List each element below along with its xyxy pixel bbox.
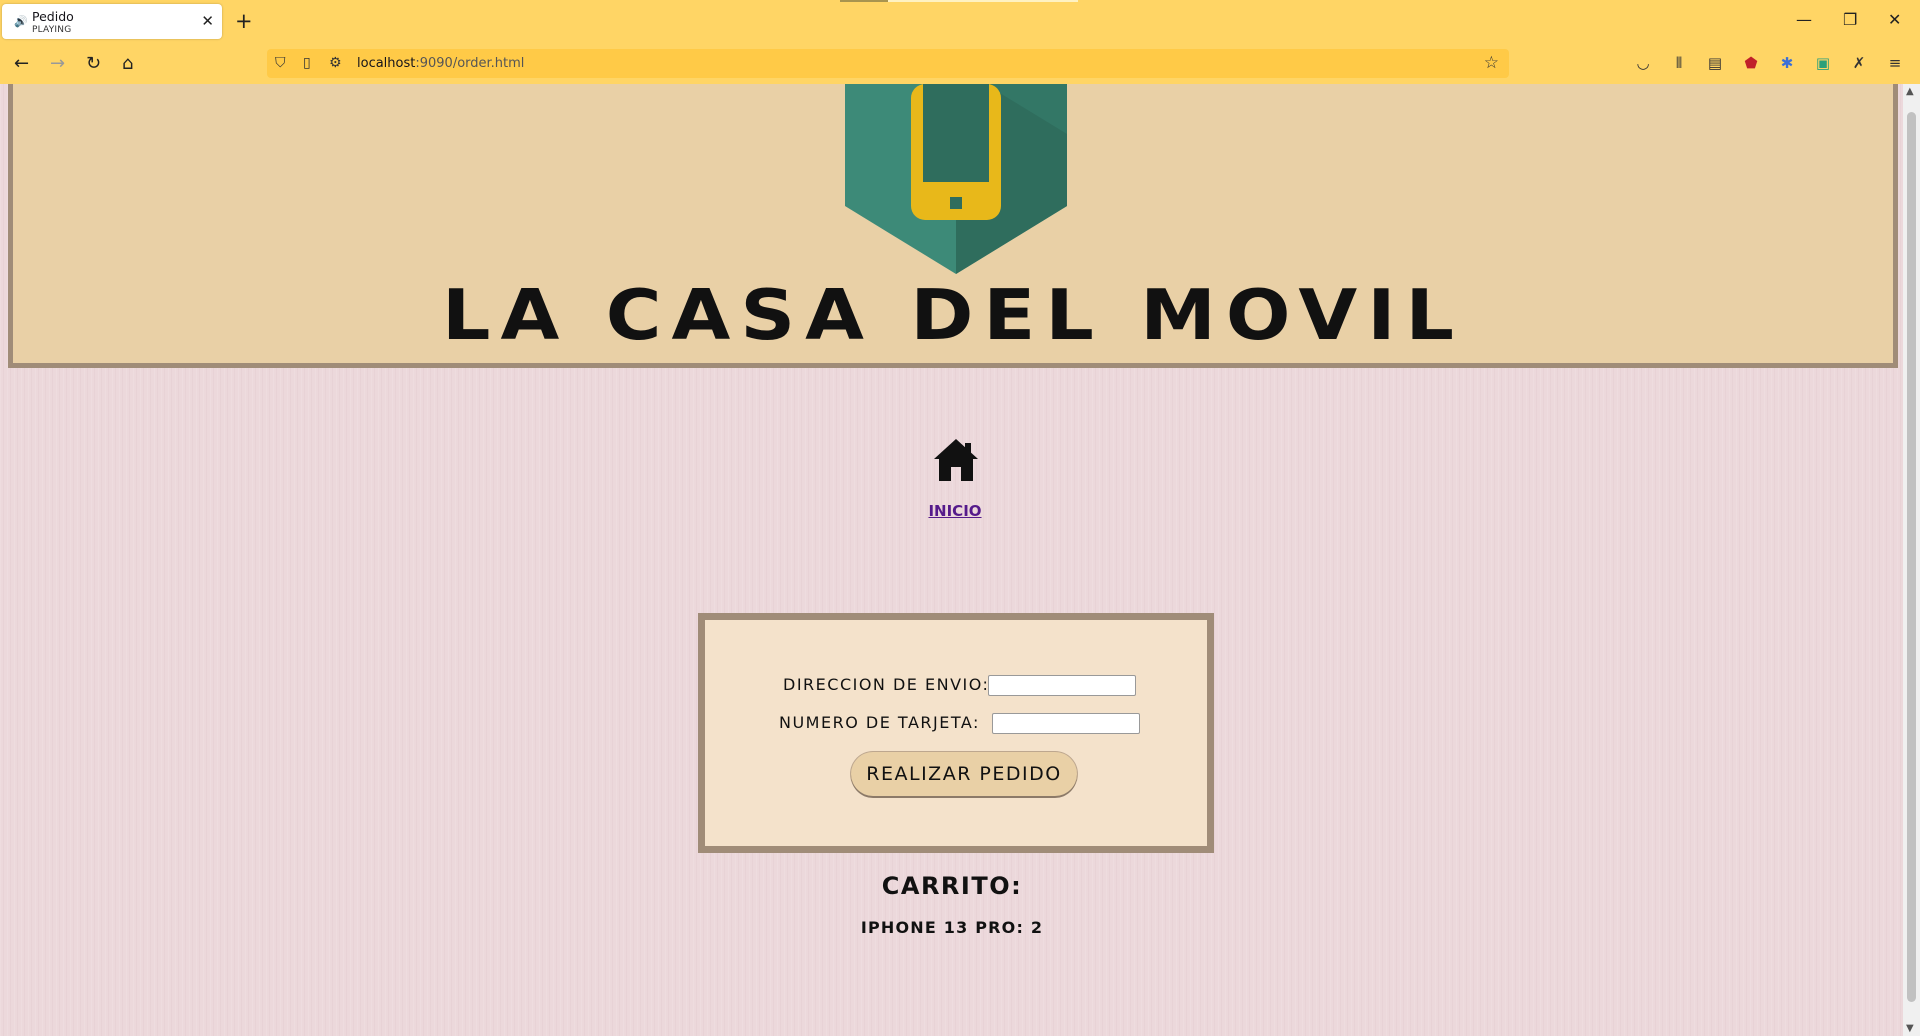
back-arrow-icon[interactable]: ← <box>14 53 29 74</box>
brand-title: LA CASA DEL MOVIL <box>442 273 1464 356</box>
page-content: LA CASA DEL MOVIL INICIO DIRECCION DE EN… <box>0 84 1903 1036</box>
card-number-field[interactable] <box>992 713 1140 734</box>
new-tab-icon[interactable]: + <box>235 9 253 33</box>
home-button-icon[interactable]: ⌂ <box>122 53 133 74</box>
tab-strip-indicator <box>840 0 1078 2</box>
cart-title: CARRITO: <box>881 872 1023 900</box>
scrollbar-thumb[interactable] <box>1907 112 1916 1002</box>
tab-playing-status: PLAYING <box>32 25 72 35</box>
menu-icon[interactable]: ≡ <box>1886 54 1904 72</box>
extension-square-icon[interactable]: ▣ <box>1814 54 1832 72</box>
address-label: DIRECCION DE ENVIO: <box>783 675 990 694</box>
window-close-icon[interactable]: ✕ <box>1888 10 1901 29</box>
browser-tab-pedido[interactable]: 🔊 Pedido PLAYING ✕ <box>2 4 222 39</box>
extension-icon[interactable]: ✱ <box>1778 54 1796 72</box>
minimize-icon[interactable]: — <box>1796 10 1812 29</box>
forward-arrow-icon[interactable]: → <box>50 53 65 74</box>
browser-tab-strip: 🔊 Pedido PLAYING ✕ + — ❐ ✕ <box>0 0 1920 44</box>
inicio-link[interactable]: INICIO <box>900 502 1010 520</box>
sidebar-icon[interactable]: ▤ <box>1706 54 1724 72</box>
url-text[interactable]: localhost:9090/order.html <box>357 56 524 71</box>
address-field[interactable] <box>988 675 1136 696</box>
library-icon[interactable]: ⫴ <box>1670 54 1688 72</box>
phone-logo-icon <box>845 84 1067 274</box>
card-row: NUMERO DE TARJETA: <box>779 713 980 732</box>
url-path: :9090/order.html <box>415 56 525 71</box>
speaker-icon[interactable]: 🔊 <box>14 15 28 28</box>
address-row: DIRECCION DE ENVIO: <box>783 675 989 694</box>
tab-close-icon[interactable]: ✕ <box>201 12 214 30</box>
order-form: DIRECCION DE ENVIO: NUMERO DE TARJETA: R… <box>698 613 1214 853</box>
permissions-icon[interactable]: ⚙ <box>329 55 342 71</box>
site-header: LA CASA DEL MOVIL <box>8 84 1898 368</box>
reload-icon[interactable]: ↻ <box>86 53 101 74</box>
page-icon[interactable]: ▯ <box>303 55 311 71</box>
url-host: localhost <box>357 56 416 71</box>
card-label: NUMERO DE TARJETA: <box>779 713 980 732</box>
browser-navigation-bar: ← → ↻ ⌂ ⛉ ▯ ⚙ localhost:9090/order.html … <box>0 44 1920 84</box>
pocket-icon[interactable]: ◡ <box>1634 54 1652 72</box>
scroll-down-icon[interactable]: ▼ <box>1906 1023 1914 1034</box>
vertical-scrollbar[interactable]: ▲ ▼ <box>1903 84 1920 1036</box>
home-icon[interactable] <box>933 437 979 483</box>
address-bar[interactable]: ⛉ ▯ ⚙ localhost:9090/order.html ☆ <box>267 49 1509 78</box>
restore-icon[interactable]: ❐ <box>1843 10 1857 29</box>
cart-item: IPHONE 13 PRO: 2 <box>860 918 1044 937</box>
x-extension-icon[interactable]: ✗ <box>1850 54 1868 72</box>
shield-icon[interactable]: ⛉ <box>275 55 286 71</box>
place-order-button[interactable]: REALIZAR PEDIDO <box>851 752 1077 796</box>
bookmark-star-icon[interactable]: ☆ <box>1484 53 1499 73</box>
ublock-icon[interactable]: ⬟ <box>1742 54 1760 72</box>
scroll-up-icon[interactable]: ▲ <box>1906 86 1914 97</box>
tab-title: Pedido <box>32 9 74 24</box>
